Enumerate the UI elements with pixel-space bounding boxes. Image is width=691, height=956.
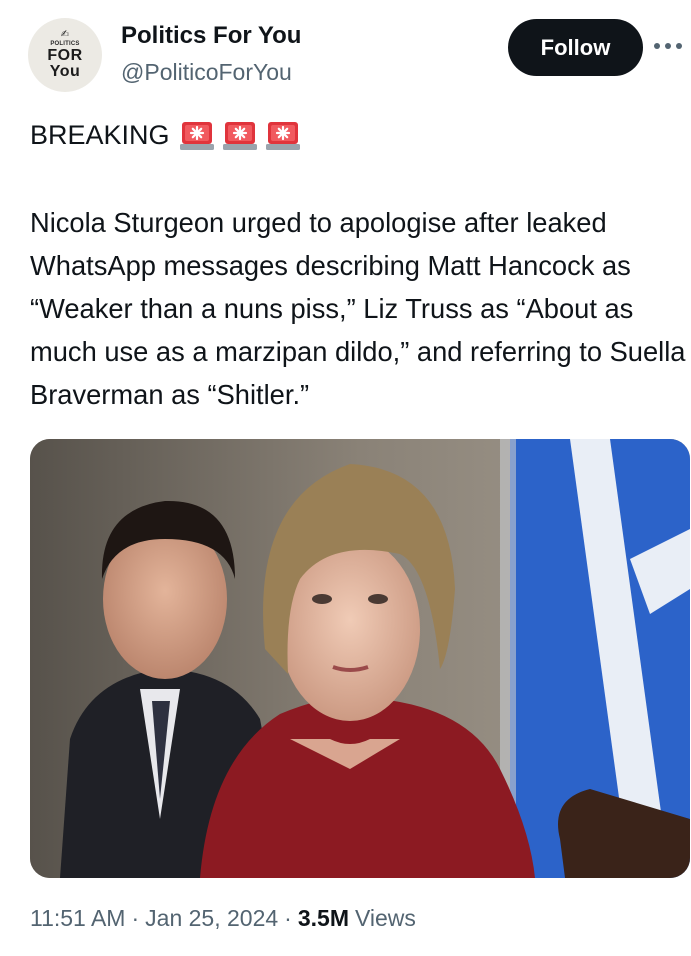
police-light-icon xyxy=(179,122,214,150)
tweet-photo[interactable] xyxy=(30,439,690,878)
views-label[interactable]: Views xyxy=(355,905,416,932)
post-time[interactable]: 11:51 AM xyxy=(30,905,125,932)
display-name[interactable]: Politics For You xyxy=(121,22,301,50)
avatar-text-big-2: You xyxy=(49,63,81,80)
photo-illustration xyxy=(30,439,690,878)
follow-button[interactable]: Follow xyxy=(508,19,643,76)
tweet-meta: 11:51 AM · Jan 25, 2024 · 3.5M Views xyxy=(30,905,416,932)
breaking-line: BREAKING xyxy=(30,116,302,154)
tweet-card: ✍ POLITICS FOR You Politics For You @Pol… xyxy=(0,0,691,956)
meta-separator: · xyxy=(131,905,140,931)
views-count[interactable]: 3.5M xyxy=(298,905,349,932)
meta-separator: · xyxy=(284,905,292,931)
more-horizontal-icon xyxy=(654,43,682,49)
police-light-icon xyxy=(265,122,300,150)
police-light-icon xyxy=(222,122,257,150)
post-date[interactable]: Jan 25, 2024 xyxy=(145,905,278,932)
pen-hand-icon: ✍ xyxy=(60,29,70,40)
siren-emoji-row xyxy=(178,116,302,154)
tweet-text: Nicola Sturgeon urged to apologise after… xyxy=(30,207,686,410)
avatar[interactable]: ✍ POLITICS FOR You xyxy=(28,18,102,92)
avatar-text-big-1: FOR xyxy=(47,47,83,64)
more-options-button[interactable] xyxy=(650,28,686,64)
user-handle[interactable]: @PoliticoForYou xyxy=(121,59,292,86)
breaking-label: BREAKING xyxy=(30,119,170,150)
